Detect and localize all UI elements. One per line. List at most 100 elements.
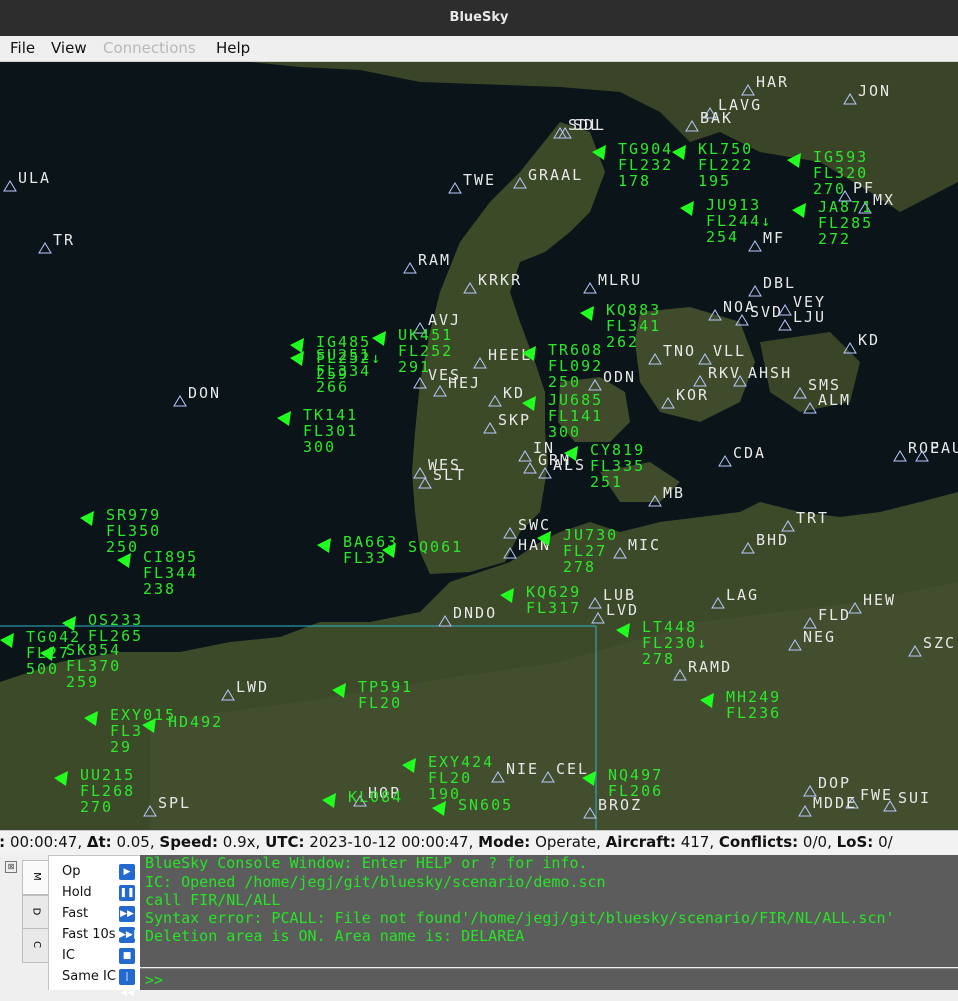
waypoint-label: SKP bbox=[498, 411, 531, 429]
aircraft-speed: 266 bbox=[316, 378, 349, 396]
waypoint-label: HEW bbox=[863, 591, 896, 609]
console-line: IC: Opened /home/jegj/git/bluesky/scenar… bbox=[145, 873, 606, 891]
aircraft-speed: 238 bbox=[143, 580, 176, 598]
command-input[interactable]: >> bbox=[140, 968, 958, 990]
status-mode: Operate bbox=[535, 833, 597, 851]
pause-icon[interactable]: ❚❚ bbox=[119, 885, 135, 901]
aircraft-speed: 270 bbox=[80, 798, 113, 816]
console-line: Deletion area is ON. Area name is: DELAR… bbox=[145, 927, 525, 945]
aircraft-speed: 278 bbox=[642, 650, 675, 668]
ic-label: IC bbox=[62, 948, 75, 963]
aircraft-speed: 29 bbox=[110, 738, 132, 756]
waypoint-label: PAU bbox=[930, 439, 958, 457]
aircraft-speed: 250 bbox=[548, 373, 581, 391]
waypoint-label: DON bbox=[188, 384, 221, 402]
waypoint-label: TWE bbox=[463, 171, 496, 189]
waypoint-label: SDL bbox=[573, 116, 606, 134]
waypoint-label: SZC bbox=[923, 634, 956, 652]
waypoint-label: MB bbox=[663, 484, 685, 502]
aircraft-speed: 278 bbox=[563, 558, 596, 576]
waypoint-label: AHSH bbox=[748, 364, 792, 382]
console-output: BlueSky Console Window: Enter HELP or ? … bbox=[140, 855, 958, 967]
waypoint-label: SWC bbox=[518, 516, 551, 534]
same-ic-label: Same IC bbox=[62, 969, 116, 984]
tab-d[interactable]: D bbox=[22, 895, 50, 930]
status-utc: 2023-10-12 00:00:47 bbox=[309, 833, 469, 851]
waypoint-label: LWD bbox=[236, 678, 269, 696]
console-line: call FIR/NL/ALL bbox=[145, 891, 281, 909]
waypoint-label: SUI bbox=[898, 789, 931, 807]
waypoint-label: SVD bbox=[750, 303, 783, 321]
aircraft-speed: 259 bbox=[66, 673, 99, 691]
aircraft-speed: 195 bbox=[698, 172, 731, 190]
skip-forward-icon[interactable]: ▶▶| bbox=[119, 927, 136, 943]
aircraft-speed: 270 bbox=[813, 180, 846, 198]
waypoint-label: DNDO bbox=[453, 604, 497, 622]
menu-help[interactable]: Help bbox=[216, 39, 250, 57]
waypoint-label: FWE bbox=[860, 786, 893, 804]
waypoint-label: MX bbox=[873, 191, 895, 209]
fast10-label: Fast 10s bbox=[62, 927, 116, 942]
play-icon[interactable]: ▶ bbox=[119, 864, 135, 880]
console-line: BlueSky Console Window: Enter HELP or ? … bbox=[145, 855, 588, 872]
waypoint-label: NIE bbox=[506, 760, 539, 778]
waypoint-label: TNO bbox=[663, 342, 696, 360]
radar-map[interactable]: SDL TWE GRAAL RAM KRKR HEEL MLRU AVJ VES HEJ KD SKP… bbox=[0, 62, 958, 830]
waypoint-label: GRAAL bbox=[528, 166, 583, 184]
waypoint-label: FLD bbox=[818, 606, 851, 624]
status-conflicts: 0/0 bbox=[802, 833, 828, 851]
status-bar: t: 00:00:47, Δt: 0.05, Speed: 0.9x, UTC:… bbox=[0, 830, 958, 855]
aircraft-callsign: SN605 bbox=[458, 796, 513, 814]
tab-c[interactable]: C bbox=[22, 928, 50, 963]
aircraft-speed: 190 bbox=[428, 785, 461, 803]
aircraft-speed: 500 bbox=[26, 660, 59, 678]
waypoint-label: CEL bbox=[556, 760, 589, 778]
command-prompt: >> bbox=[145, 971, 164, 989]
waypoint-label: RAMD bbox=[688, 658, 732, 676]
waypoint-label: KOR bbox=[676, 386, 709, 404]
aircraft-callsign: HD492 bbox=[168, 713, 223, 731]
waypoint-label: DOP bbox=[818, 774, 851, 792]
aircraft-callsign: SQ061 bbox=[408, 538, 463, 556]
menu-view[interactable]: View bbox=[51, 39, 87, 57]
aircraft-flight-level: FL33 bbox=[343, 549, 387, 567]
waypoint-label: KRKR bbox=[478, 271, 522, 289]
fast-label: Fast bbox=[62, 906, 89, 921]
aircraft-flight-level: FL236 bbox=[726, 704, 781, 722]
status-dt: 0.05 bbox=[116, 833, 150, 851]
aircraft-speed: 251 bbox=[590, 473, 623, 491]
menu-bar: File View Connections Help bbox=[0, 36, 958, 62]
status-los: 0/ bbox=[878, 833, 893, 851]
aircraft-speed: 300 bbox=[548, 423, 581, 441]
aircraft-speed: 250 bbox=[106, 538, 139, 556]
waypoint-label: ALM bbox=[818, 391, 851, 409]
waypoint-label: BHD bbox=[756, 531, 789, 549]
waypoint-label: KD bbox=[503, 384, 525, 402]
stop-icon[interactable]: ■ bbox=[119, 948, 135, 964]
waypoint-label: RKV bbox=[708, 364, 741, 382]
waypoint-label: MF bbox=[763, 229, 785, 247]
tab-m[interactable]: M bbox=[22, 860, 49, 895]
aircraft-flight-level: FL206 bbox=[608, 782, 663, 800]
status-aircraft: 417 bbox=[680, 833, 710, 851]
aircraft-speed: 254 bbox=[706, 228, 739, 246]
waypoint-label: VLL bbox=[713, 342, 746, 360]
aircraft-speed: 291 bbox=[398, 358, 431, 376]
waypoint-label: ODN bbox=[603, 368, 636, 386]
waypoint-label: KD bbox=[858, 331, 880, 349]
waypoint-label: DBL bbox=[763, 274, 796, 292]
hold-label: Hold bbox=[62, 885, 92, 900]
waypoint-label: SLT bbox=[433, 466, 466, 484]
aircraft-speed: 262 bbox=[606, 333, 639, 351]
skip-back-icon[interactable]: |◀◀ bbox=[119, 969, 135, 998]
aircraft-speed: 300 bbox=[303, 438, 336, 456]
menu-file[interactable]: File bbox=[10, 39, 35, 57]
waypoint-label: NEG bbox=[803, 628, 836, 646]
waypoint-label: LJU bbox=[793, 308, 826, 326]
fast-forward-icon[interactable]: ▶▶ bbox=[119, 906, 135, 922]
waypoint-label: MDDE bbox=[813, 794, 857, 812]
waypoint-label: ULA bbox=[18, 169, 51, 187]
waypoint-label: JON bbox=[858, 82, 891, 100]
close-icon[interactable]: ⊠ bbox=[5, 861, 17, 873]
waypoint-label: TR bbox=[53, 231, 75, 249]
